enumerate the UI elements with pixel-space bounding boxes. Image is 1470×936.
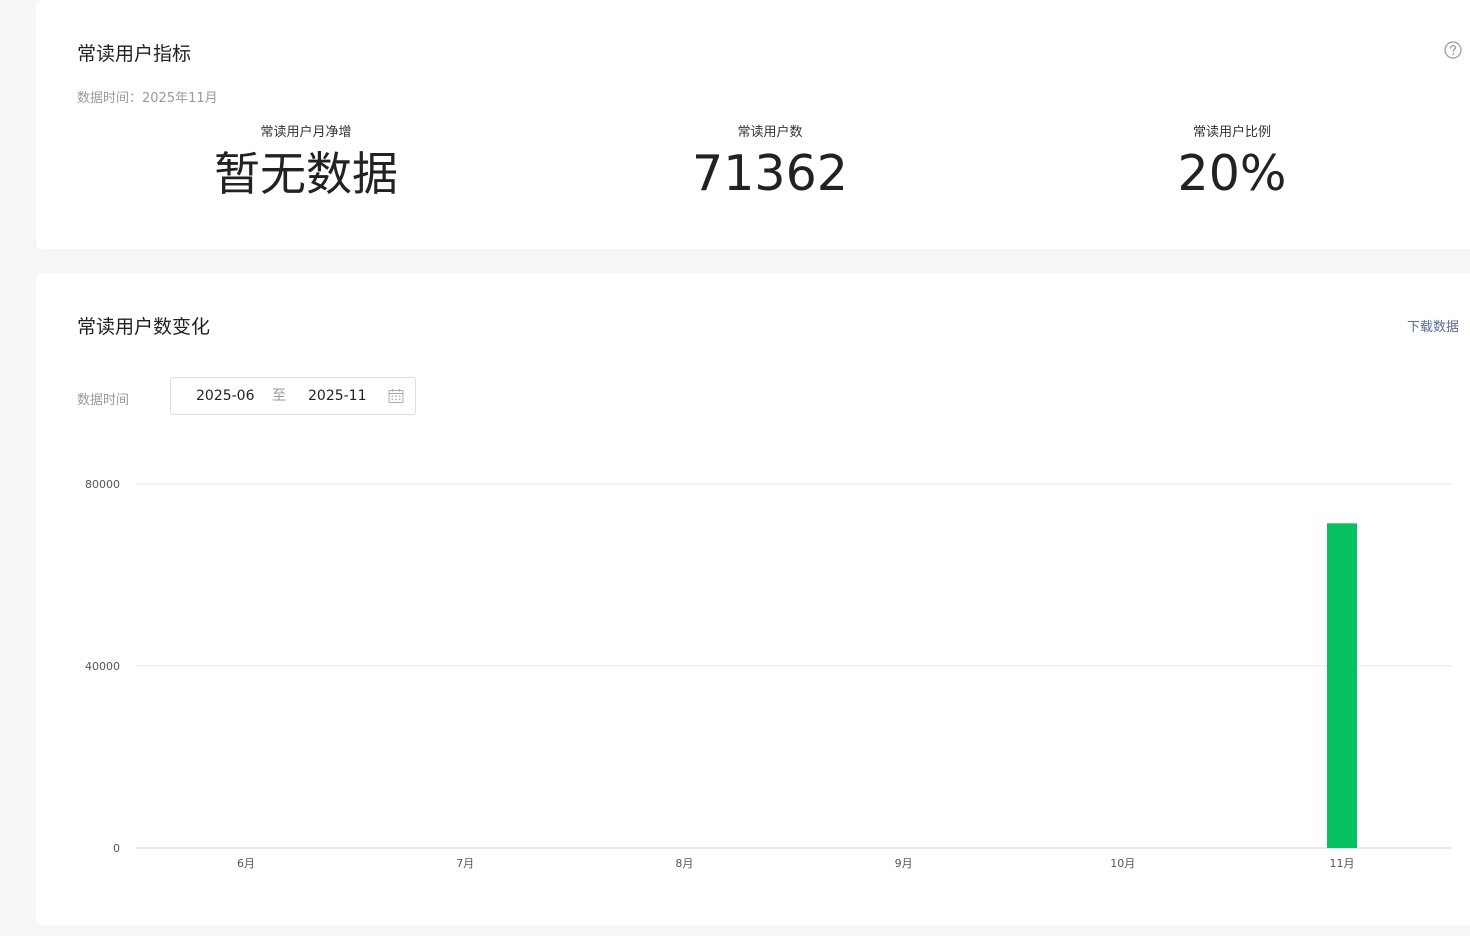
data-time: 数据时间：2025年11月 [77,91,218,106]
metric-net-increase: 常读用户月净增 暂无数据 [106,124,506,204]
x-tick-label: 11月 [1330,857,1355,870]
x-tick-label: 6月 [237,857,255,870]
user-count-bar-chart: 0 40000 80000 6月 7月 8月 9月 10月 11月 [85,478,1451,870]
y-tick-label: 40000 [85,660,120,673]
x-tick-label: 7月 [456,857,474,870]
question-circle-icon[interactable] [1444,41,1462,59]
y-tick-label: 80000 [85,478,120,491]
bar-11月 [1327,523,1357,848]
metric-value: 71362 [692,145,848,202]
metric-label: 常读用户月净增 [260,125,352,140]
metrics-card: 常读用户指标 数据时间：2025年11月 常读用户月净增 暂无数据 常读用户数 … [36,0,1470,249]
x-tick-label: 8月 [675,857,693,870]
metric-user-ratio: 常读用户比例 20% [1032,124,1432,204]
y-tick-label: 0 [113,842,120,855]
metric-value: 20% [1177,145,1287,202]
metrics-title: 常读用户指标 [77,43,192,65]
trend-card: 常读用户数变化 下载数据 数据时间 2025-06 至 2025-11 0 400… [36,273,1470,925]
metric-label: 常读用户数 [737,125,803,140]
metric-value: 暂无数据 [214,147,398,201]
x-tick-label: 9月 [895,857,913,870]
metric-user-count: 常读用户数 71362 [570,124,970,204]
x-tick-label: 10月 [1110,857,1135,870]
metric-label: 常读用户比例 [1192,125,1271,140]
